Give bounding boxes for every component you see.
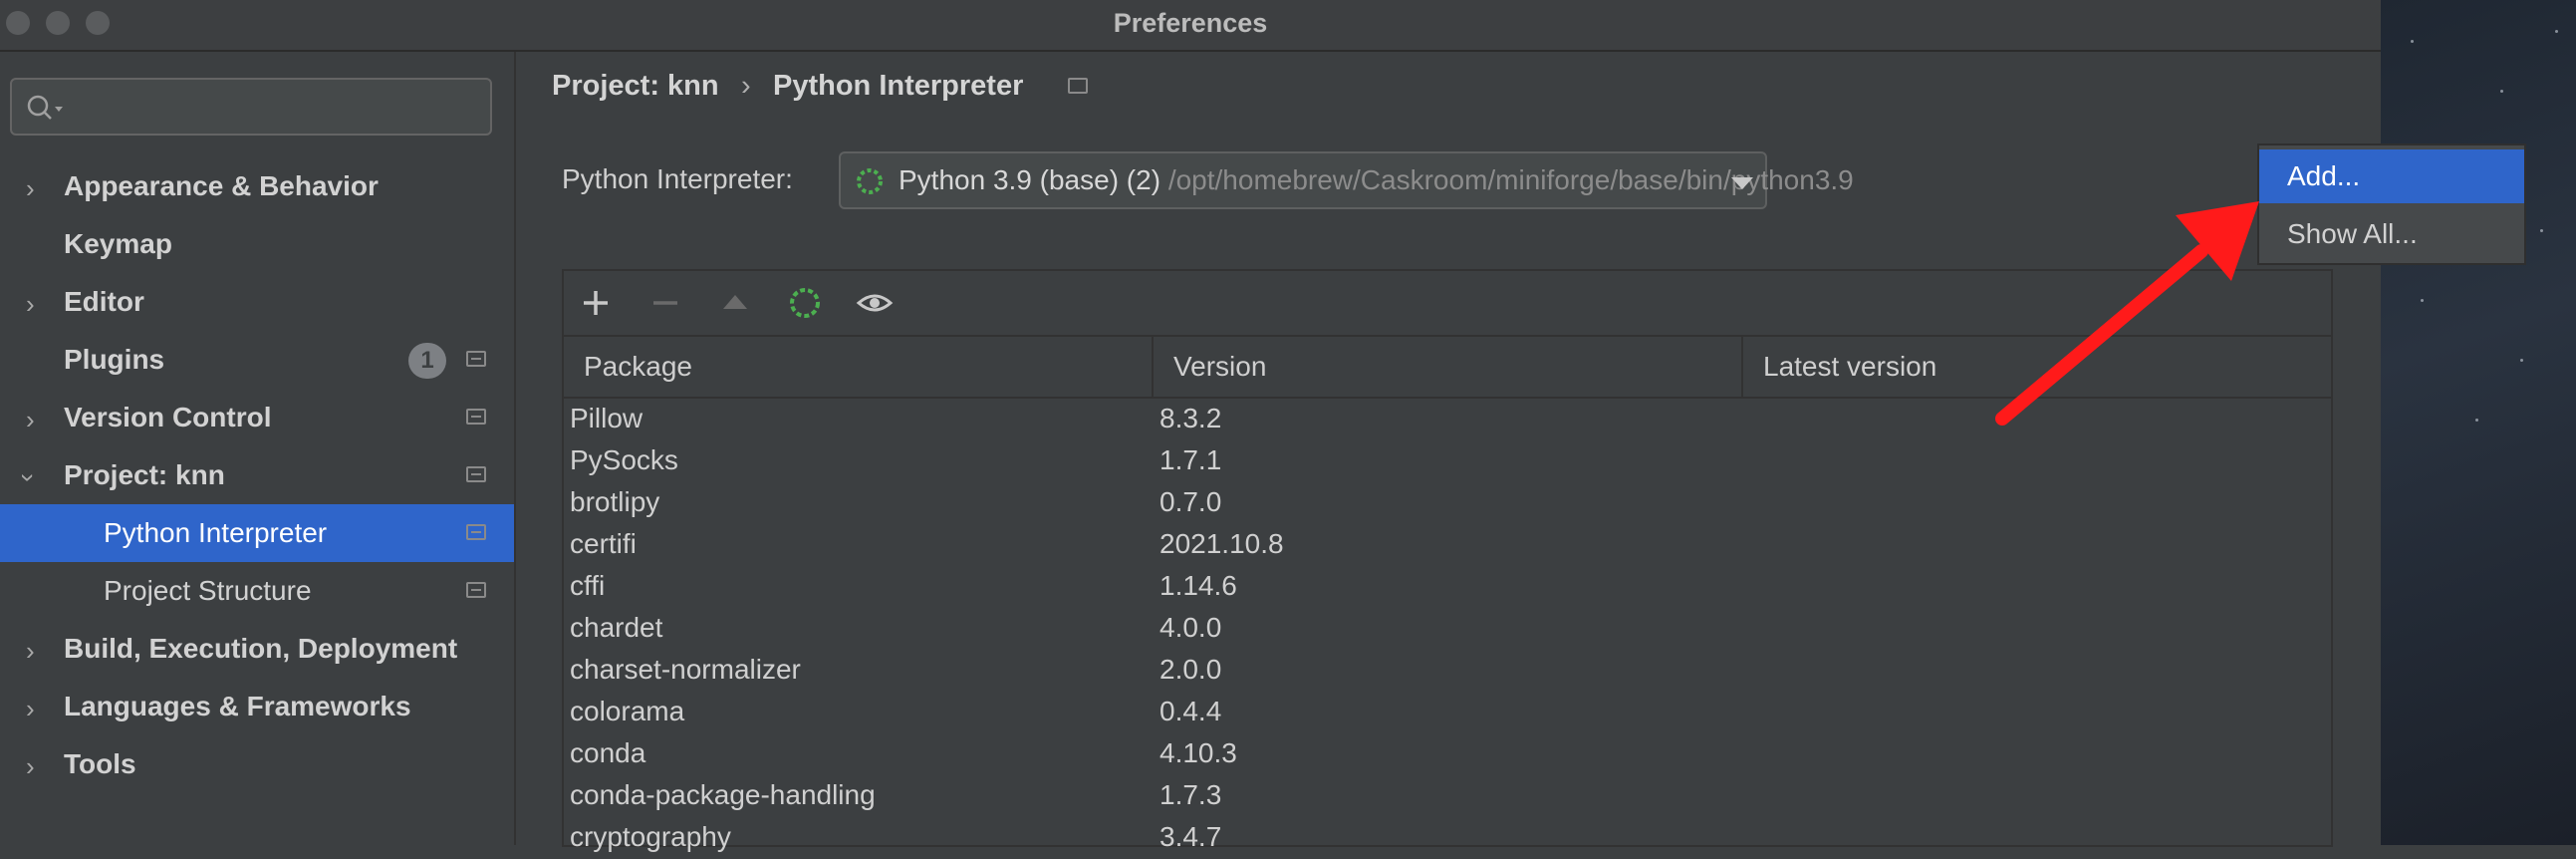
sidebar-item-version-control[interactable]: › Version Control (0, 389, 514, 446)
add-icon[interactable] (574, 281, 618, 325)
preferences-window: Preferences › Appearance & Behavior Keym… (0, 0, 2526, 852)
package-version: 1.7.3 (1159, 779, 1222, 810)
loading-spinner-icon (857, 168, 883, 194)
package-name: conda-package-handling (570, 779, 876, 810)
project-scope-icon (1068, 78, 1088, 94)
package-name: chardet (570, 612, 663, 643)
sidebar-item-label: Tools (64, 748, 136, 779)
settings-sidebar: › Appearance & Behavior Keymap › Editor … (0, 52, 516, 845)
project-scope-icon (466, 524, 486, 540)
table-row[interactable]: cffi 1.14.6 (564, 566, 2331, 608)
sidebar-item-project-knn[interactable]: › Project: knn (0, 446, 514, 504)
chevron-right-icon: › (26, 751, 35, 781)
project-scope-icon (466, 582, 486, 598)
table-row[interactable]: brotlipy 0.7.0 (564, 482, 2331, 524)
package-version: 1.14.6 (1159, 570, 1237, 601)
updates-badge: 1 (408, 343, 446, 379)
sidebar-item-label: Python Interpreter (104, 517, 328, 548)
table-row[interactable]: certifi 2021.10.8 (564, 524, 2331, 566)
interpreter-select[interactable]: Python 3.9 (base) (2) /opt/homebrew/Cask… (839, 151, 1854, 209)
column-header-version[interactable]: Version (1152, 337, 1741, 397)
sidebar-item-label: Project Structure (104, 575, 312, 606)
chevron-right-icon: › (26, 636, 35, 666)
packages-panel: Package Version Latest version Pillow 8.… (562, 269, 2333, 852)
table-row[interactable]: charset-normalizer 2.0.0 (564, 650, 2331, 692)
upgrade-icon[interactable] (713, 281, 757, 325)
sidebar-item-appearance-behavior[interactable]: › Appearance & Behavior (0, 157, 514, 215)
table-row[interactable]: PySocks 1.7.1 (564, 440, 2331, 482)
chevron-right-icon: › (26, 173, 35, 203)
project-scope-icon (466, 466, 486, 482)
project-scope-icon (466, 351, 486, 367)
breadcrumb-parent[interactable]: Project: knn (552, 70, 719, 103)
package-name: cffi (570, 570, 606, 601)
chevron-right-icon: › (26, 405, 35, 434)
sidebar-item-editor[interactable]: › Editor (0, 273, 514, 331)
packages-table-header: Package Version Latest version (564, 337, 2331, 399)
table-row[interactable]: conda 4.10.3 (564, 733, 2331, 775)
project-scope-icon (466, 409, 486, 425)
sidebar-item-languages-frameworks[interactable]: › Languages & Frameworks (0, 678, 514, 735)
sidebar-item-keymap[interactable]: Keymap (0, 215, 514, 273)
desktop-background (2381, 0, 2576, 845)
package-version: 8.3.2 (1159, 403, 1222, 433)
sidebar-item-label: Version Control (64, 402, 272, 432)
sidebar-item-python-interpreter[interactable]: Python Interpreter (0, 504, 514, 562)
sidebar-item-project-structure[interactable]: Project Structure (0, 562, 514, 620)
package-version: 2021.10.8 (1159, 528, 1284, 559)
table-row[interactable]: Pillow 8.3.2 (564, 399, 2331, 440)
interpreter-label: Python Interpreter: (562, 163, 793, 194)
chevron-right-icon: › (26, 694, 35, 723)
package-version: 0.7.0 (1159, 486, 1222, 517)
package-version: 1.7.1 (1159, 444, 1222, 475)
search-icon (27, 95, 63, 120)
interpreter-name: Python 3.9 (base) (2) (899, 164, 1161, 195)
chevron-down-icon (1731, 177, 1753, 189)
settings-content: Project: knn › Python Interpreter Python… (516, 52, 2526, 852)
package-name: cryptography (570, 821, 731, 852)
sidebar-item-tools[interactable]: › Tools (0, 735, 514, 793)
page-title: Python Interpreter (773, 70, 1024, 102)
sidebar-item-label: Editor (64, 286, 144, 317)
sidebar-item-label: Plugins (64, 344, 165, 375)
interpreter-options-menu: Add... Show All... (2257, 143, 2526, 265)
window-title: Preferences (1113, 8, 1268, 38)
package-name: PySocks (570, 444, 678, 475)
sidebar-item-label: Build, Execution, Deployment (64, 633, 458, 664)
table-row[interactable]: cryptography 3.4.7 (564, 817, 2331, 859)
sidebar-item-label: Project: knn (64, 459, 225, 490)
refresh-icon[interactable] (783, 281, 827, 325)
package-version: 2.0.0 (1159, 654, 1222, 685)
package-name: Pillow (570, 403, 644, 433)
breadcrumb-separator: › (741, 70, 751, 102)
chevron-down-icon: › (13, 473, 44, 482)
table-row[interactable]: conda-package-handling 1.7.3 (564, 775, 2331, 817)
package-version: 0.4.4 (1159, 696, 1222, 726)
table-row[interactable]: chardet 4.0.0 (564, 608, 2331, 650)
sidebar-item-label: Languages & Frameworks (64, 691, 411, 721)
chevron-right-icon: › (26, 289, 35, 319)
packages-toolbar (564, 271, 2331, 337)
package-name: charset-normalizer (570, 654, 801, 685)
package-version: 4.0.0 (1159, 612, 1222, 643)
title-bar: Preferences (0, 0, 2381, 52)
package-name: colorama (570, 696, 685, 726)
sidebar-item-label: Keymap (64, 228, 172, 259)
search-input[interactable] (10, 78, 492, 136)
column-header-latest-version[interactable]: Latest version (1741, 337, 2331, 397)
table-row[interactable]: colorama 0.4.4 (564, 692, 2331, 733)
sidebar-item-plugins[interactable]: Plugins 1 (0, 331, 514, 389)
remove-icon[interactable] (644, 281, 687, 325)
menu-item-show-all[interactable]: Show All... (2259, 207, 2524, 261)
package-name: brotlipy (570, 486, 660, 517)
sidebar-item-label: Appearance & Behavior (64, 170, 379, 201)
menu-item-add[interactable]: Add... (2259, 149, 2524, 203)
eye-icon[interactable] (853, 281, 897, 325)
package-name: conda (570, 737, 646, 768)
column-header-package[interactable]: Package (564, 337, 1152, 397)
package-name: certifi (570, 528, 637, 559)
package-version: 3.4.7 (1159, 821, 1222, 852)
package-version: 4.10.3 (1159, 737, 1237, 768)
sidebar-item-build-execution-deployment[interactable]: › Build, Execution, Deployment (0, 620, 514, 678)
